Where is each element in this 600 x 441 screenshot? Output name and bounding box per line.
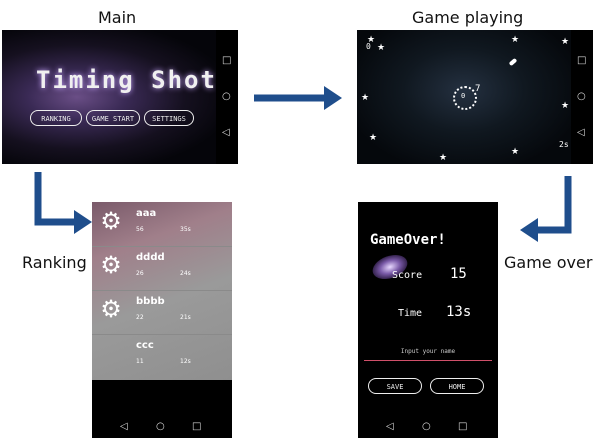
home-icon[interactable]: ○ xyxy=(156,422,165,432)
caption-game-playing: Game playing xyxy=(412,8,524,27)
gear-icon: ⚙ xyxy=(100,207,122,235)
recent-apps-icon[interactable]: □ xyxy=(577,56,586,66)
arrow-to-ranking xyxy=(34,172,92,234)
star-icon: ★ xyxy=(369,133,378,143)
score-value: 15 xyxy=(450,266,467,282)
rank-player-name: aaa xyxy=(136,208,157,219)
ranking-screen: ⚙ aaa 56 35s ⚙ dddd 26 24s ⚙ bbbb 22 21s… xyxy=(92,202,232,438)
recent-apps-icon[interactable]: □ xyxy=(458,422,467,432)
rank-player-name: bbbb xyxy=(136,296,165,307)
settings-button[interactable]: SETTINGS xyxy=(144,110,194,126)
star-icon: ★ xyxy=(511,147,520,157)
home-icon[interactable]: ○ xyxy=(222,92,231,102)
rank-score: 56 xyxy=(136,226,144,233)
rank-time: 12s xyxy=(180,358,191,365)
caption-game-over: Game over xyxy=(504,253,593,272)
name-input-underline xyxy=(364,360,492,361)
home-icon[interactable]: ○ xyxy=(577,92,586,102)
rank-score: 26 xyxy=(136,270,144,277)
gameover-nav-bar: ◁ ○ □ xyxy=(358,416,498,438)
recent-apps-icon[interactable]: □ xyxy=(222,56,231,66)
list-item[interactable]: ⚙ aaa 56 35s xyxy=(92,202,232,247)
target-number: 0 xyxy=(461,92,466,100)
star-icon: ★ xyxy=(377,43,386,53)
star-icon: ★ xyxy=(439,153,448,163)
list-item[interactable]: ⚙ dddd 26 24s xyxy=(92,246,232,291)
list-item[interactable]: ⚙ bbbb 22 21s xyxy=(92,290,232,335)
game-timer: 2s xyxy=(559,140,569,149)
rank-score: 11 xyxy=(136,358,144,365)
home-button[interactable]: HOME xyxy=(430,378,484,394)
ranking-list: ⚙ aaa 56 35s ⚙ dddd 26 24s ⚙ bbbb 22 21s… xyxy=(92,202,232,380)
main-nav-bar: □ ○ ◁ xyxy=(216,30,238,164)
ranking-button[interactable]: RANKING xyxy=(30,110,82,126)
ranking-nav-bar: ◁ ○ □ xyxy=(92,416,232,438)
score-label: Score xyxy=(392,270,423,281)
rank-time: 35s xyxy=(180,226,191,233)
home-icon[interactable]: ○ xyxy=(422,422,431,432)
game-screen: 0 ★ ★ ★ ★ ★ ★ ★ ★ ★ 0 7 2s □ ○ ◁ xyxy=(357,30,593,164)
list-item[interactable]: ccc 11 12s xyxy=(92,334,232,378)
rank-player-name: ccc xyxy=(136,340,154,351)
main-background xyxy=(2,30,216,164)
star-icon: ★ xyxy=(511,35,520,45)
recent-apps-icon[interactable]: □ xyxy=(192,422,201,432)
back-icon[interactable]: ◁ xyxy=(577,128,585,138)
gameover-title: GameOver! xyxy=(370,232,446,248)
rank-player-name: dddd xyxy=(136,252,165,263)
main-screen: Timing Shot RANKING GAME START SETTINGS … xyxy=(2,30,238,164)
time-label: Time xyxy=(398,308,423,319)
caption-main: Main xyxy=(98,8,137,27)
star-icon: ★ xyxy=(367,35,376,45)
arrow-to-gameover xyxy=(520,176,572,242)
rank-time: 24s xyxy=(180,270,191,277)
back-icon[interactable]: ◁ xyxy=(222,128,230,138)
target-superscript: 7 xyxy=(475,84,481,94)
back-icon[interactable]: ◁ xyxy=(120,422,128,432)
main-title: Timing Shot xyxy=(36,66,217,94)
rank-score: 22 xyxy=(136,314,144,321)
arrow-to-game xyxy=(254,86,342,110)
name-input[interactable]: Input your name xyxy=(358,348,498,355)
gear-icon: ⚙ xyxy=(100,251,122,279)
save-button[interactable]: SAVE xyxy=(368,378,422,394)
caption-ranking: Ranking xyxy=(22,253,87,272)
star-icon: ★ xyxy=(561,37,570,47)
star-icon: ★ xyxy=(561,101,570,111)
time-value: 13s xyxy=(446,304,472,320)
game-nav-bar: □ ○ ◁ xyxy=(571,30,593,164)
gameover-screen: GameOver! Score 15 Time 13s Input your n… xyxy=(358,202,498,438)
rank-time: 21s xyxy=(180,314,191,321)
game-start-button[interactable]: GAME START xyxy=(86,110,140,126)
back-icon[interactable]: ◁ xyxy=(386,422,394,432)
star-icon: ★ xyxy=(361,93,370,103)
gear-icon: ⚙ xyxy=(100,295,122,323)
